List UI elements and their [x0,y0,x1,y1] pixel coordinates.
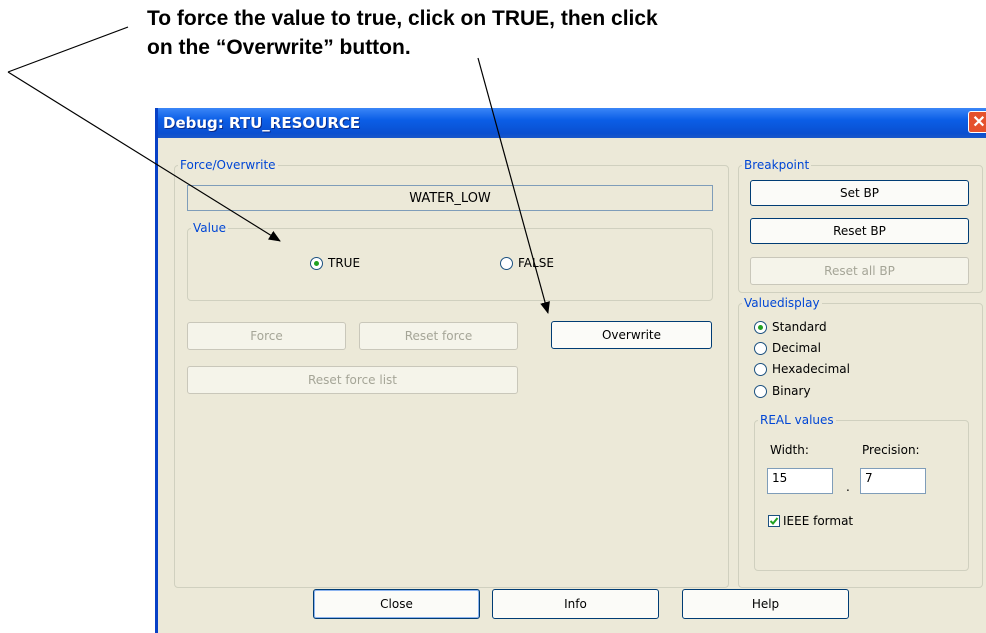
annotation-line-2: on the “Overwrite” button. [147,36,411,59]
reset-force-list-button[interactable]: Reset force list [187,366,518,394]
ieee-checkbox-box[interactable] [768,515,780,527]
variable-name-field: WATER_LOW [187,185,713,211]
width-precision-separator: . [846,480,850,494]
valuedisplay-legend: Valuedisplay [744,296,820,310]
checkmark-icon [769,517,779,525]
force-button[interactable]: Force [187,322,346,350]
close-button[interactable]: Close [313,589,480,619]
width-label: Width: [770,443,809,457]
hexadecimal-radio-label: Hexadecimal [772,362,850,376]
standard-radio-button[interactable] [754,320,767,334]
true-radio-label: TRUE [328,256,361,270]
info-button[interactable]: Info [492,589,659,619]
callout-line-left [7,26,129,73]
title-bar[interactable]: Debug: RTU_RESOURCE ✕ [158,108,986,138]
overwrite-button[interactable]: Overwrite [551,321,712,349]
help-button[interactable]: Help [682,589,849,619]
decimal-radio[interactable]: Decimal [754,341,821,355]
binary-radio-label: Binary [772,384,811,398]
false-radio[interactable]: FALSE [500,256,554,270]
hexadecimal-radio-button[interactable] [754,362,767,376]
decimal-radio-label: Decimal [772,341,821,355]
binary-radio[interactable]: Binary [754,384,811,398]
value-legend: Value [193,221,226,235]
ieee-format-checkbox[interactable]: IEEE format [768,514,853,528]
annotation-line-1: To force the value to true, click on TRU… [147,7,658,30]
reset-all-bp-button[interactable]: Reset all BP [750,257,969,285]
standard-radio-label: Standard [772,320,827,334]
true-radio[interactable]: TRUE [310,256,360,270]
false-radio-button[interactable] [500,256,513,270]
window-title: Debug: RTU_RESOURCE [163,114,361,132]
debug-dialog: Debug: RTU_RESOURCE ✕ Force/Overwrite WA… [155,108,986,633]
ieee-format-label: IEEE format [783,514,854,528]
precision-label: Precision: [862,443,920,457]
standard-radio[interactable]: Standard [754,320,827,334]
reset-bp-button[interactable]: Reset BP [750,218,969,244]
set-bp-button[interactable]: Set BP [750,180,969,206]
annotation-caption: To force the value to true, click on TRU… [147,4,847,62]
decimal-radio-button[interactable] [754,341,767,355]
binary-radio-button[interactable] [754,384,767,398]
close-window-icon[interactable]: ✕ [968,111,986,133]
real-values-legend: REAL values [760,413,834,427]
reset-force-button[interactable]: Reset force [359,322,518,350]
breakpoint-legend: Breakpoint [744,158,810,172]
width-input[interactable]: 15 [767,468,833,494]
false-radio-label: FALSE [518,256,554,270]
force-overwrite-legend: Force/Overwrite [180,158,276,172]
precision-input[interactable]: 7 [860,468,926,494]
true-radio-button[interactable] [310,256,323,270]
hexadecimal-radio[interactable]: Hexadecimal [754,362,850,376]
value-group: Value [187,221,713,301]
